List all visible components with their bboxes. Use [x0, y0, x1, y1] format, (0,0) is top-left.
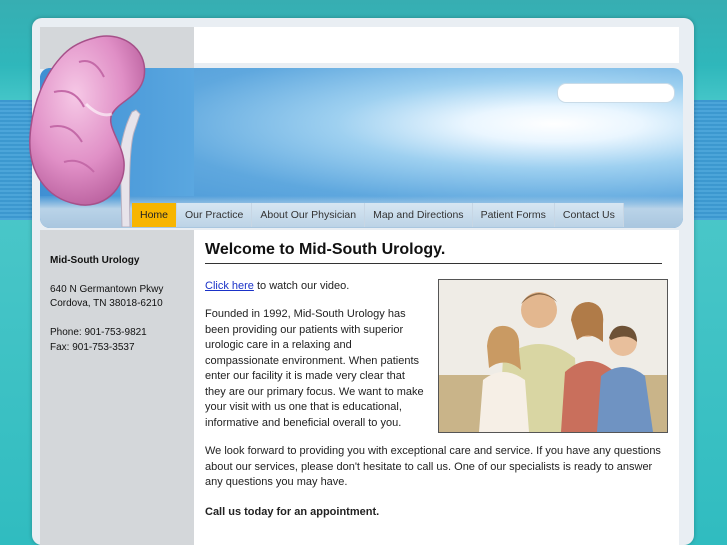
phone-number: Phone: 901-753-9821: [50, 327, 147, 338]
main-nav: Home Our Practice About Our Physician Ma…: [132, 203, 624, 227]
nav-about-physician[interactable]: About Our Physician: [252, 203, 366, 227]
fax-number: Fax: 901-753-3537: [50, 342, 135, 353]
video-link-text: to watch our video.: [253, 280, 350, 292]
nav-home[interactable]: Home: [132, 203, 178, 227]
header-top-strip: [194, 27, 679, 63]
nav-map-directions[interactable]: Map and Directions: [365, 203, 473, 227]
service-paragraph: We look forward to providing you with ex…: [205, 445, 661, 488]
address-line-2: Cordova, TN 38018-6210: [50, 298, 163, 309]
main-content: Welcome to Mid-South Urology. Click here…: [194, 230, 679, 545]
video-line: Click here to watch our video.: [205, 279, 349, 295]
family-photo: [438, 279, 668, 433]
intro-paragraph: Founded in 1992, Mid-South Urology has b…: [205, 308, 424, 429]
search-input[interactable]: [557, 83, 675, 103]
video-link[interactable]: Click here: [205, 280, 254, 292]
sidebar: Mid-South Urology 640 N Germantown Pkwy …: [40, 230, 194, 545]
kidney-logo-icon: [29, 35, 146, 227]
page-title: Welcome to Mid-South Urology.: [205, 242, 662, 264]
address-line-1: 640 N Germantown Pkwy: [50, 284, 164, 295]
nav-our-practice[interactable]: Our Practice: [177, 203, 253, 227]
call-to-action: Call us today for an appointment.: [205, 506, 380, 518]
nav-contact-us[interactable]: Contact Us: [554, 203, 624, 227]
practice-name: Mid-South Urology: [50, 255, 140, 266]
nav-patient-forms[interactable]: Patient Forms: [472, 203, 555, 227]
